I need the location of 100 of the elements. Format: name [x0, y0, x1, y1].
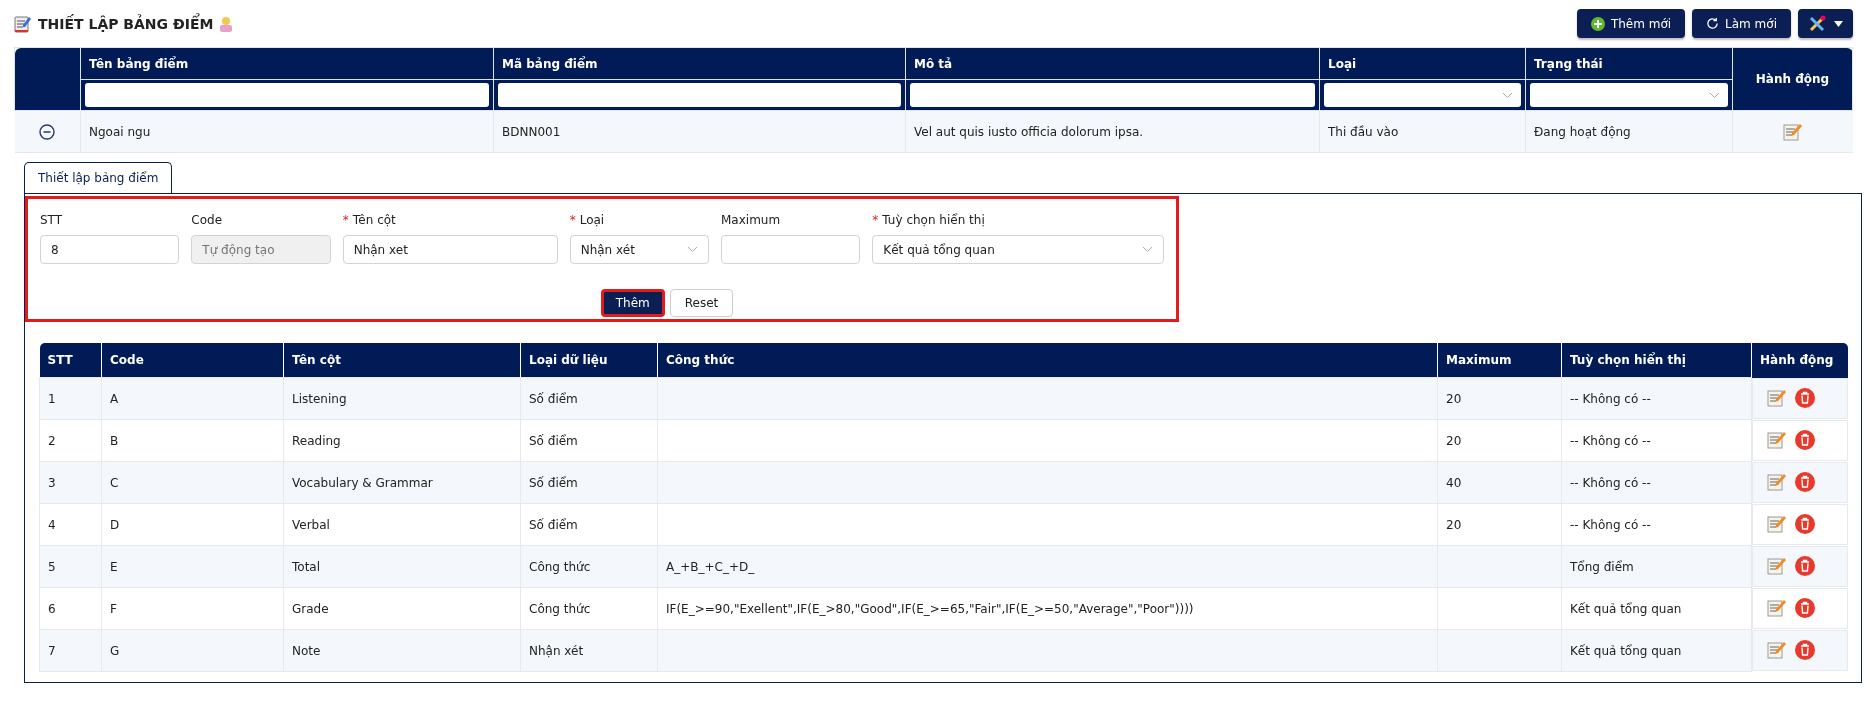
- input-field[interactable]: [721, 235, 861, 264]
- table-cell: Số điểm: [529, 517, 578, 532]
- table-cell: 20: [1446, 433, 1462, 448]
- table-cell: Công thức: [529, 559, 591, 574]
- table-cell: IF(E_>=90,"Exellent",IF(E_>80,"Good",IF(E_>=65,"Fair",IF(E_>=50,"Average","Poor")))): [666, 601, 1194, 616]
- column-header: Tên cột: [283, 343, 521, 378]
- field-label: Code: [191, 213, 223, 228]
- refresh-icon: [1706, 17, 1720, 30]
- table-cell: Thi đầu vào: [1328, 124, 1399, 139]
- delete-icon[interactable]: [1795, 514, 1815, 534]
- table-cell: 40: [1446, 475, 1462, 490]
- input-field[interactable]: 8: [40, 235, 180, 264]
- column-header: Mã bảng điểm: [493, 47, 906, 80]
- required-mark: *: [342, 213, 349, 228]
- required-mark: *: [569, 213, 576, 228]
- edit-icon[interactable]: [1782, 122, 1803, 141]
- page-title: THIẾT LẬP BẢNG ĐIỂM: [38, 15, 214, 32]
- edit-icon[interactable]: [1767, 431, 1787, 449]
- table-cell: Ngoai ngu: [89, 124, 151, 139]
- delete-icon[interactable]: [1795, 556, 1815, 576]
- edit-icon[interactable]: [1767, 473, 1787, 491]
- column-header: STT: [39, 343, 102, 378]
- table-cell: -- Không có --: [1570, 391, 1651, 406]
- table-cell: C: [110, 475, 119, 490]
- notepad-icon: [14, 14, 32, 33]
- table-cell: Listening: [292, 391, 347, 406]
- column-header: Mô tả: [905, 47, 1320, 80]
- table-cell: A: [110, 391, 119, 406]
- delete-icon[interactable]: [1795, 640, 1815, 660]
- table-cell: Note: [292, 643, 321, 658]
- table-cell: 20: [1446, 517, 1462, 532]
- delete-icon[interactable]: [1795, 472, 1815, 492]
- table-cell: E: [110, 559, 118, 574]
- column-header: Loại: [1319, 47, 1526, 80]
- column-header: Hành động: [1751, 343, 1848, 378]
- table-cell: 1: [48, 391, 56, 406]
- table-cell: B: [110, 433, 119, 448]
- chevron-down-icon: [1142, 246, 1153, 253]
- table-cell: 6: [48, 601, 56, 616]
- field-label: Tên cột: [352, 213, 396, 228]
- column-header: Maximum: [1437, 343, 1562, 378]
- table-cell: D: [110, 517, 120, 532]
- delete-icon[interactable]: [1795, 388, 1815, 408]
- table-cell: Đang hoạt động: [1534, 124, 1631, 139]
- column-header: Loại dữ liệu: [520, 343, 658, 378]
- table-cell: -- Không có --: [1570, 433, 1651, 448]
- chevron-down-icon: [687, 246, 698, 253]
- table-cell: 20: [1446, 391, 1462, 406]
- field-label: Maximum: [721, 213, 781, 228]
- dropdown[interactable]: Kết quả tổng quan: [872, 235, 1164, 264]
- collapse-icon[interactable]: [39, 123, 56, 140]
- refresh-button[interactable]: Làm mới: [1692, 9, 1791, 38]
- table-cell: -- Không có --: [1570, 517, 1651, 532]
- dropdown[interactable]: Nhận xét: [569, 235, 709, 264]
- column-header: Hành động: [1732, 47, 1853, 111]
- tools-button[interactable]: [1798, 9, 1853, 38]
- required-mark: *: [872, 213, 879, 228]
- table-cell: Verbal: [292, 517, 330, 532]
- reset-button[interactable]: Reset: [669, 289, 734, 317]
- table-cell: 4: [48, 517, 56, 532]
- table-cell: Nhận xét: [529, 643, 584, 658]
- table-cell: Tổng điểm: [1570, 559, 1634, 574]
- add-button[interactable]: Thêm: [600, 289, 665, 317]
- table-cell: G: [110, 643, 120, 658]
- filter-field[interactable]: [910, 83, 1315, 107]
- edit-icon[interactable]: [1767, 557, 1787, 575]
- table-cell: Công thức: [529, 601, 591, 616]
- table-cell: -- Không có --: [1570, 475, 1651, 490]
- edit-icon[interactable]: [1767, 641, 1787, 659]
- field-label: Tuỳ chọn hiển thị: [882, 213, 985, 228]
- field-label: STT: [40, 213, 63, 228]
- caret-icon: [1834, 20, 1843, 27]
- field-label: Loại: [579, 213, 605, 228]
- table-cell: BDNN001: [502, 124, 561, 139]
- filter-field[interactable]: [85, 83, 489, 107]
- chevron-down-icon: [1709, 91, 1720, 99]
- column-header: Tuỳ chọn hiển thị: [1561, 343, 1752, 378]
- table-cell: Kết quả tổng quan: [1570, 601, 1682, 616]
- filter-field[interactable]: [498, 83, 901, 107]
- table-cell: 2: [48, 433, 56, 448]
- plus-icon: [1590, 16, 1605, 31]
- table-cell: Reading: [292, 433, 341, 448]
- input-field[interactable]: Nhận xet: [342, 235, 558, 264]
- add-button[interactable]: Thêm mới: [1576, 9, 1686, 38]
- table-cell: Vel aut quis iusto officia dolorum ipsa.: [914, 124, 1144, 139]
- tools-icon: [1808, 14, 1828, 33]
- delete-icon[interactable]: [1795, 430, 1815, 450]
- table-cell: Kết quả tổng quan: [1570, 643, 1682, 658]
- edit-icon[interactable]: [1767, 599, 1787, 617]
- tab[interactable]: Thiết lập bảng điểm: [24, 162, 173, 193]
- delete-icon[interactable]: [1795, 598, 1815, 618]
- column-header: Công thức: [657, 343, 1438, 378]
- chevron-down-icon: [1502, 91, 1513, 99]
- column-header: Trạng thái: [1525, 47, 1733, 80]
- table-cell: Grade: [292, 601, 329, 616]
- table-cell: 7: [48, 643, 56, 658]
- edit-icon[interactable]: [1767, 389, 1787, 407]
- table-cell: Số điểm: [529, 433, 578, 448]
- column-header: Tên bảng điểm: [80, 47, 494, 80]
- edit-icon[interactable]: [1767, 515, 1787, 533]
